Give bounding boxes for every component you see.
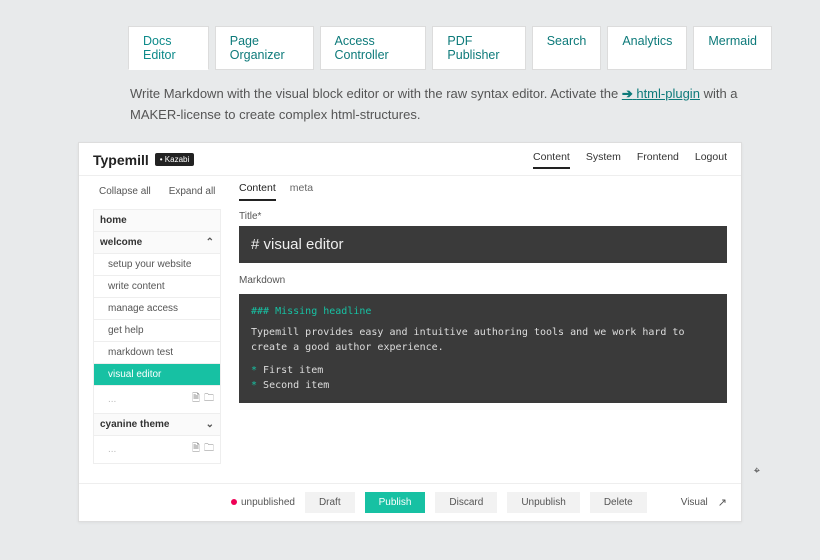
editor-pane: Title* # visual editor Markdown ### Miss… — [239, 209, 727, 483]
draft-button[interactable]: Draft — [305, 492, 355, 513]
status-badge: unpublished — [231, 497, 295, 508]
nav-content[interactable]: Content — [533, 151, 570, 169]
arrow-right-icon: ➔ — [622, 86, 633, 101]
title-input[interactable]: # visual editor — [239, 226, 727, 263]
folder-icon[interactable]: 🗀 — [204, 441, 214, 458]
tree-cyanine[interactable]: cyanine theme ⌄ — [93, 413, 221, 436]
nav-system[interactable]: System — [586, 151, 621, 169]
brand: Typemill • Kazabi — [93, 152, 194, 168]
md-heading: ### Missing headline — [251, 304, 715, 319]
title-label: Title* — [239, 211, 727, 222]
bullet-icon: * — [251, 380, 263, 391]
file-icon[interactable]: 🗎 — [192, 441, 200, 458]
tree-item[interactable]: markdown test — [93, 341, 221, 364]
discard-button[interactable]: Discard — [435, 492, 497, 513]
tree-item[interactable]: manage access — [93, 297, 221, 320]
nav-logout[interactable]: Logout — [695, 151, 727, 169]
tree-item-active[interactable]: visual editor — [93, 363, 221, 386]
footer-bar: unpublished Draft Publish Discard Unpubl… — [79, 483, 741, 521]
brand-name: Typemill — [93, 152, 149, 168]
tab-access-controller[interactable]: Access Controller — [320, 26, 427, 70]
tab-analytics[interactable]: Analytics — [607, 26, 687, 70]
external-link-icon[interactable]: ↗ — [718, 496, 727, 509]
tab-docs-editor[interactable]: Docs Editor — [128, 26, 209, 70]
tree-item[interactable]: write content — [93, 275, 221, 298]
top-nav: Content System Frontend Logout — [533, 151, 727, 169]
delete-button[interactable]: Delete — [590, 492, 647, 513]
tab-page-organizer[interactable]: Page Organizer — [215, 26, 314, 70]
brand-badge: • Kazabi — [155, 153, 194, 166]
html-plugin-link[interactable]: ➔ html-plugin — [622, 86, 700, 101]
tree-add-row[interactable]: ... 🗎🗀 — [93, 385, 221, 414]
subtab-content[interactable]: Content — [239, 182, 276, 201]
markdown-label: Markdown — [239, 275, 727, 286]
chevron-up-icon: ⌃ — [206, 237, 214, 248]
tab-search[interactable]: Search — [532, 26, 602, 70]
file-icon[interactable]: 🗎 — [192, 391, 200, 408]
tree-item[interactable]: setup your website — [93, 253, 221, 276]
tab-pdf-publisher[interactable]: PDF Publisher — [432, 26, 525, 70]
expand-all-button[interactable]: Expand all — [169, 186, 216, 201]
status-dot-icon — [231, 499, 237, 505]
tree-add-row[interactable]: ... 🗎🗀 — [93, 435, 221, 464]
publish-button[interactable]: Publish — [365, 492, 426, 513]
folder-icon[interactable]: 🗀 — [204, 391, 214, 408]
markdown-editor[interactable]: ### Missing headline Typemill provides e… — [239, 294, 727, 403]
nav-frontend[interactable]: Frontend — [637, 151, 679, 169]
md-body: Typemill provides easy and intuitive aut… — [251, 325, 715, 355]
desc-pre: Write Markdown with the visual block edi… — [130, 86, 622, 101]
cursor-icon: ⌖ — [754, 465, 760, 478]
tree-welcome[interactable]: welcome ⌃ — [93, 231, 221, 254]
link-text: html-plugin — [636, 86, 700, 101]
chevron-down-icon: ⌄ — [206, 419, 214, 430]
subtab-meta[interactable]: meta — [290, 182, 313, 201]
feature-description: Write Markdown with the visual block edi… — [130, 84, 742, 126]
feature-tabs: Docs Editor Page Organizer Access Contro… — [128, 26, 772, 70]
tree-home[interactable]: home — [93, 209, 221, 232]
md-list-item: Second item — [263, 380, 329, 391]
visual-mode-label[interactable]: Visual — [681, 497, 708, 508]
page-tree: home welcome ⌃ setup your website write … — [93, 209, 221, 483]
bullet-icon: * — [251, 365, 263, 376]
md-list-item: First item — [263, 365, 323, 376]
unpublish-button[interactable]: Unpublish — [507, 492, 579, 513]
collapse-all-button[interactable]: Collapse all — [99, 186, 151, 201]
tree-item[interactable]: get help — [93, 319, 221, 342]
tab-mermaid[interactable]: Mermaid — [693, 26, 772, 70]
app-window: Typemill • Kazabi Content System Fronten… — [78, 142, 742, 522]
